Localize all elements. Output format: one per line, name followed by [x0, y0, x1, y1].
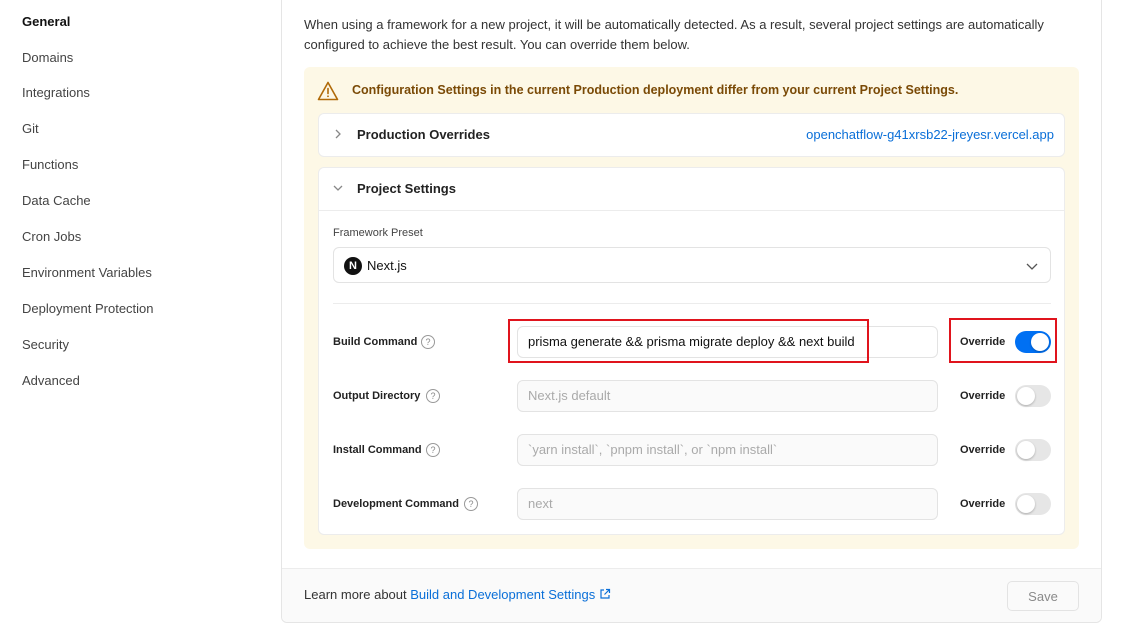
development-command-override-toggle[interactable] — [1015, 493, 1051, 515]
sidebar-item-functions[interactable]: Functions — [22, 157, 78, 172]
intro-text: When using a framework for a new project… — [304, 17, 1044, 52]
production-overrides-header[interactable]: Production Overrides openchatflow-g41xrs… — [319, 114, 1064, 156]
save-button[interactable]: Save — [1007, 581, 1079, 611]
sidebar-item-environment-variables[interactable]: Environment Variables — [22, 265, 152, 280]
project-settings-panel: Project Settings Framework Preset N Next… — [318, 167, 1065, 535]
development-command-input[interactable]: next — [517, 488, 938, 520]
production-overrides-title: Production Overrides — [357, 127, 490, 142]
output-directory-label: Output Directory — [333, 390, 421, 402]
framework-preset-select[interactable]: N Next.js — [333, 247, 1051, 283]
install-command-override-label: Override — [960, 444, 1006, 456]
build-command-override-label: Override — [960, 336, 1006, 348]
sidebar-item-cron-jobs[interactable]: Cron Jobs — [22, 229, 81, 244]
section-divider — [333, 303, 1051, 304]
warning-icon — [317, 81, 339, 101]
install-command-override-toggle[interactable] — [1015, 439, 1051, 461]
output-directory-override-toggle[interactable] — [1015, 385, 1051, 407]
panel-divider — [319, 210, 1064, 211]
nextjs-logo-icon: N — [344, 257, 362, 275]
toggle-knob — [1017, 441, 1035, 459]
framework-preset-value: Next.js — [367, 258, 407, 273]
footer-text: Learn more about Build and Development S… — [304, 587, 611, 602]
sidebar-item-git[interactable]: Git — [22, 121, 39, 136]
toggle-knob — [1017, 387, 1035, 405]
toggle-knob — [1017, 495, 1035, 513]
sidebar-item-domains[interactable]: Domains — [22, 50, 73, 65]
sidebar-item-deployment-protection[interactable]: Deployment Protection — [22, 301, 154, 316]
output-directory-input[interactable]: Next.js default — [517, 380, 938, 412]
production-deployment-link[interactable]: openchatflow-g41xrsb22-jreyesr.vercel.ap… — [806, 127, 1054, 142]
chevron-down-icon — [1026, 263, 1038, 270]
production-overrides-panel: Production Overrides openchatflow-g41xrs… — [318, 113, 1065, 157]
external-link-icon[interactable] — [599, 588, 611, 600]
development-command-label: Development Command — [333, 498, 459, 510]
footer-prefix: Learn more about — [304, 587, 411, 602]
build-command-label: Build Command — [333, 336, 418, 348]
build-command-override-toggle[interactable] — [1015, 331, 1051, 353]
chevron-down-icon — [333, 185, 343, 191]
install-command-label: Install Command — [333, 444, 422, 456]
sidebar-item-general[interactable]: General — [22, 14, 70, 29]
project-settings-header[interactable]: Project Settings — [319, 168, 1064, 210]
chevron-right-icon — [335, 129, 341, 139]
framework-preset-label: Framework Preset — [333, 227, 423, 239]
build-settings-card: When using a framework for a new project… — [281, 0, 1102, 623]
output-directory-override-label: Override — [960, 390, 1006, 402]
help-icon[interactable]: ? — [426, 443, 440, 457]
development-command-override-label: Override — [960, 498, 1006, 510]
sidebar-item-data-cache[interactable]: Data Cache — [22, 193, 91, 208]
config-warning-box: Configuration Settings in the current Pr… — [304, 67, 1079, 549]
toggle-knob — [1031, 333, 1049, 351]
settings-sidebar: General Domains Integrations Git Functio… — [0, 0, 260, 643]
card-footer: Learn more about Build and Development S… — [282, 568, 1101, 622]
warning-text: Configuration Settings in the current Pr… — [352, 83, 959, 97]
sidebar-item-integrations[interactable]: Integrations — [22, 85, 90, 100]
build-command-input[interactable]: prisma generate && prisma migrate deploy… — [517, 326, 938, 358]
help-icon[interactable]: ? — [426, 389, 440, 403]
sidebar-item-advanced[interactable]: Advanced — [22, 373, 80, 388]
build-settings-docs-link[interactable]: Build and Development Settings — [410, 587, 595, 602]
project-settings-title: Project Settings — [357, 181, 456, 196]
help-icon[interactable]: ? — [421, 335, 435, 349]
sidebar-item-security[interactable]: Security — [22, 337, 69, 352]
install-command-input[interactable]: `yarn install`, `pnpm install`, or `npm … — [517, 434, 938, 466]
help-icon[interactable]: ? — [464, 497, 478, 511]
